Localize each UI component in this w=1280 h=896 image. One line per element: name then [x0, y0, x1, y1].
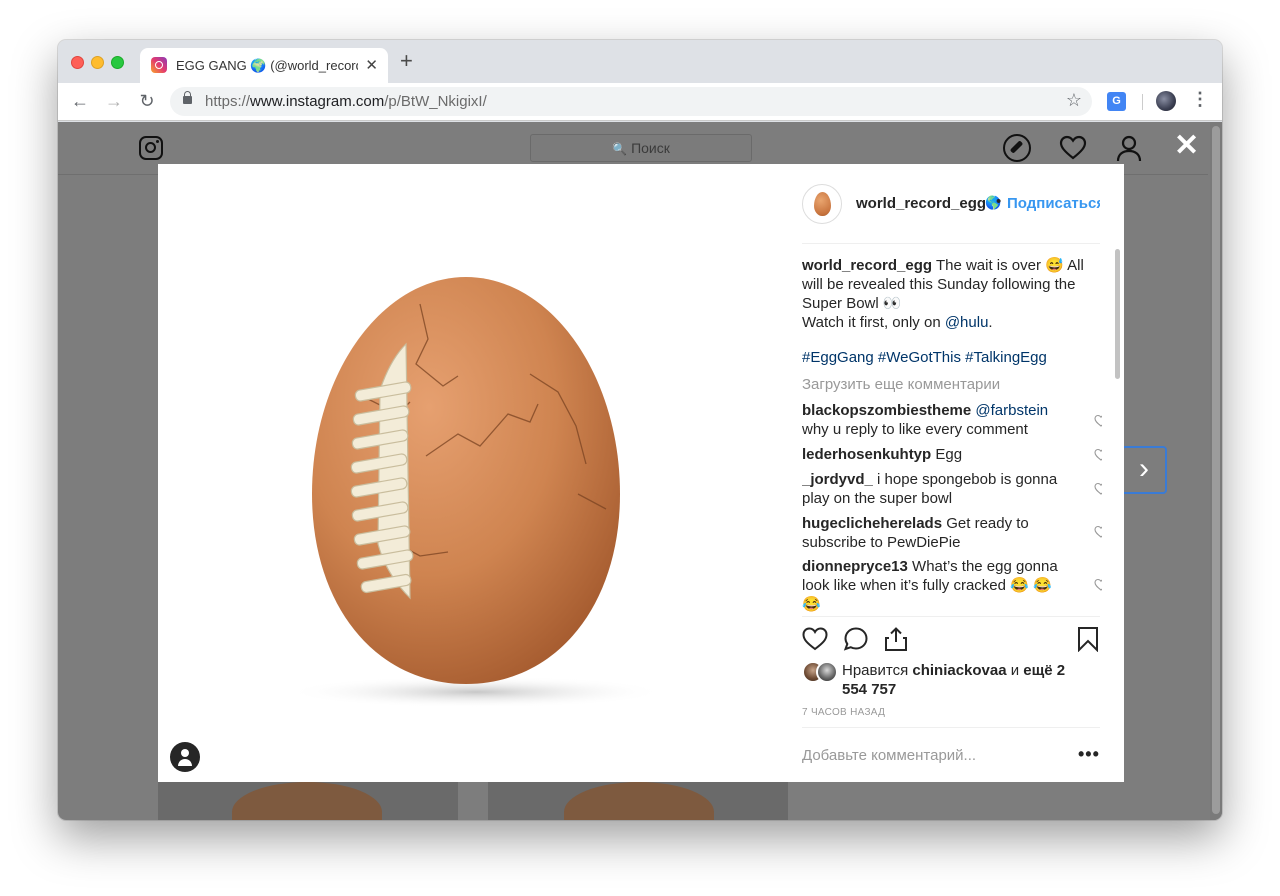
tab-title: EGG GANG 🌍 (@world_record_egg)	[176, 58, 358, 73]
likes-summary[interactable]: Нравится chiniackovaa и ещё 2 554 757	[842, 661, 1082, 699]
comment-item: _jordyvd_ i hope spongebob is gonna play…	[802, 471, 1058, 507]
post-photo[interactable]	[158, 164, 794, 782]
activity-heart-icon[interactable]	[1059, 134, 1087, 162]
close-modal-icon[interactable]: ✕	[1174, 128, 1199, 163]
comment-item: blackopszombiestheme @farbstein why u re…	[802, 402, 1049, 438]
comment-username[interactable]: blackopszombiestheme	[802, 402, 971, 419]
post-caption: world_record_egg The wait is over 😅 All …	[802, 257, 1084, 331]
comment-like-heart-icon[interactable]	[1094, 578, 1102, 592]
football-egg-image	[286, 277, 666, 708]
tab-strip: EGG GANG 🌍 (@world_record_egg) ✕ +	[58, 40, 1222, 83]
profile-avatar[interactable]	[1156, 91, 1176, 111]
translate-extension-icon[interactable]: G	[1107, 92, 1126, 111]
toolbar-divider	[1142, 94, 1143, 110]
follow-button[interactable]: Подписаться	[1007, 195, 1100, 212]
browser-menu-icon[interactable]: ⋮	[1191, 89, 1209, 110]
like-heart-icon[interactable]	[802, 626, 828, 652]
share-icon[interactable]	[883, 626, 909, 652]
bookmark-star-icon[interactable]: ☆	[1066, 90, 1082, 111]
comment-like-heart-icon[interactable]	[1094, 414, 1102, 428]
hulu-mention-link[interactable]: @hulu	[945, 314, 989, 331]
comments-scrollbar[interactable]	[1115, 249, 1120, 379]
profile-person-icon[interactable]	[1115, 134, 1143, 162]
comments-list[interactable]: world_record_egg The wait is over 😅 All …	[802, 246, 1102, 616]
author-username[interactable]: world_record_egg	[856, 195, 986, 212]
actions-divider	[802, 616, 1100, 617]
page-scrollbar[interactable]	[1210, 122, 1222, 820]
search-icon: 🔍	[612, 142, 628, 156]
lock-icon	[183, 91, 192, 104]
instagram-favicon-icon	[151, 57, 167, 73]
comment-bubble-icon[interactable]	[843, 626, 869, 652]
forward-arrow-icon[interactable]: →	[102, 89, 126, 113]
maximize-window-button[interactable]	[111, 56, 124, 69]
close-window-button[interactable]	[71, 56, 84, 69]
address-bar[interactable]: https://www.instagram.com/p/BtW_NkigixI/…	[170, 87, 1092, 116]
comment-username[interactable]: dionnepryce13	[802, 558, 908, 575]
explore-compass-icon[interactable]	[1003, 134, 1031, 162]
post-modal: world_record_egg 🌎 • Подписаться world_r…	[158, 164, 1124, 782]
hashtags[interactable]: #EggGang #WeGotThis #TalkingEgg	[802, 348, 1047, 367]
tab-close-icon[interactable]: ✕	[365, 56, 378, 74]
browser-toolbar: ← → ↻ https://www.instagram.com/p/BtW_Nk…	[58, 83, 1222, 121]
comment-like-heart-icon[interactable]	[1094, 482, 1102, 496]
comment-like-heart-icon[interactable]	[1094, 525, 1102, 539]
post-timestamp[interactable]: 7 ЧАСОВ НАЗАД	[802, 707, 885, 718]
back-arrow-icon[interactable]: ←	[68, 89, 92, 113]
minimize-window-button[interactable]	[91, 56, 104, 69]
comment-item: lederhosenkuhtyp Egg	[802, 446, 963, 463]
tab-instagram[interactable]: EGG GANG 🌍 (@world_record_egg) ✕	[140, 48, 388, 83]
comment-username[interactable]: hugeclicheherelads	[802, 515, 942, 532]
comment-item: hugeclicheherelads Get ready to subscrib…	[802, 515, 1029, 551]
reload-icon[interactable]: ↻	[135, 89, 159, 113]
caption-text-2: Watch it first, only on	[802, 314, 945, 331]
add-comment-input[interactable]: Добавьте комментарий...	[802, 747, 976, 764]
author-avatar[interactable]	[802, 184, 842, 224]
comment-username[interactable]: _jordyvd_	[802, 471, 873, 488]
save-bookmark-icon[interactable]	[1075, 626, 1101, 652]
comment-mention-link[interactable]: @farbstein	[975, 402, 1048, 419]
add-comment-divider	[802, 727, 1100, 728]
caption-username[interactable]: world_record_egg	[802, 257, 932, 274]
liker-avatars	[802, 661, 842, 683]
comment-like-heart-icon[interactable]	[1094, 448, 1102, 462]
next-post-button[interactable]: ›	[1121, 446, 1167, 494]
page-viewport: 🔍 Поиск ✕ › world_record_egg 🌎 • Подписа…	[58, 122, 1222, 820]
tagged-user-icon[interactable]	[170, 742, 200, 772]
separator-dot: •	[996, 193, 1002, 210]
url-text[interactable]: https://www.instagram.com/p/BtW_NkigixI/	[205, 93, 487, 110]
load-more-comments-button[interactable]: Загрузить еще комментарии	[802, 375, 1000, 394]
post-header: world_record_egg 🌎 • Подписаться	[802, 182, 1100, 244]
browser-window: EGG GANG 🌍 (@world_record_egg) ✕ + ← → ↻…	[58, 40, 1222, 820]
search-input[interactable]: 🔍 Поиск	[530, 134, 752, 162]
post-sidebar: world_record_egg 🌎 • Подписаться world_r…	[794, 164, 1124, 782]
instagram-logo-icon[interactable]	[139, 136, 163, 160]
new-tab-button[interactable]: +	[400, 50, 413, 72]
page-scroll-thumb[interactable]	[1212, 126, 1220, 814]
comment-item: dionnepryce13 What’s the egg gonna look …	[802, 558, 1058, 613]
more-options-icon[interactable]: •••	[1078, 744, 1100, 765]
comment-username[interactable]: lederhosenkuhtyp	[802, 446, 931, 463]
